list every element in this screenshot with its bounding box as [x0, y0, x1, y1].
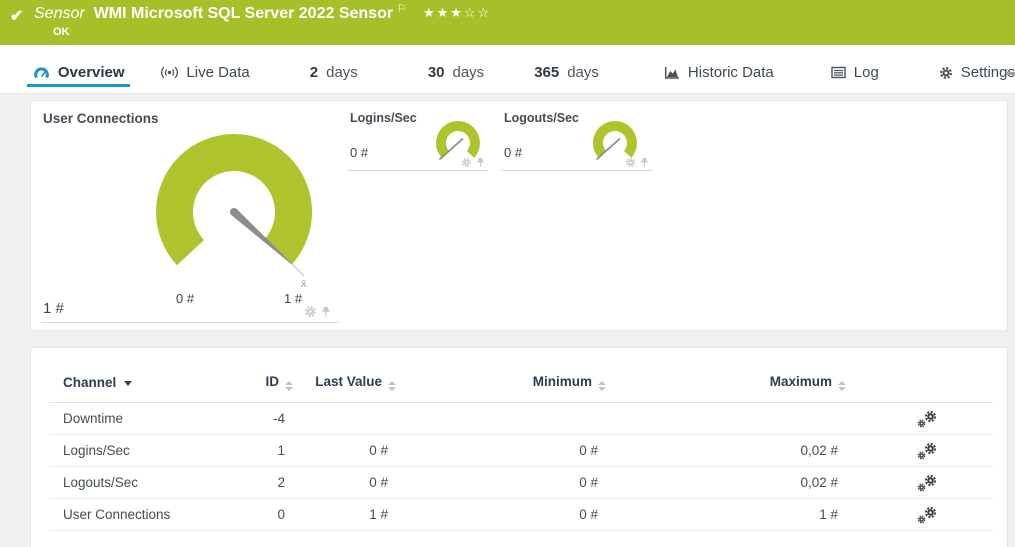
tab-live-data[interactable]: Live Data [161, 64, 249, 93]
sort-icon [285, 381, 293, 391]
gauge-settings-gear-icon[interactable] [461, 157, 472, 168]
gear-icon [939, 66, 953, 80]
gauge-pin-icon[interactable] [640, 157, 649, 168]
gauge-user-connections: User Connections x̄ 0 # 1 # 1 # [41, 109, 338, 323]
cut-off-tab-indicator [1007, 72, 1015, 75]
gauge-settings-gear-icon[interactable] [304, 305, 317, 318]
priority-stars[interactable]: ★★★☆☆ [423, 5, 491, 21]
channel-settings-gears-icon[interactable] [917, 442, 937, 460]
cell-maximum: 0,02 # [606, 467, 846, 499]
tab-30-days-unit: days [453, 64, 485, 81]
tab-365-days-unit: days [567, 64, 599, 81]
cell-maximum [606, 403, 846, 435]
table-row-user-connections: User Connections 0 1 # 0 # 1 # [49, 499, 993, 531]
cell-id: 2 [219, 467, 293, 499]
tab-365-days[interactable]: 365 days [534, 64, 599, 93]
column-header-id[interactable]: ID [219, 374, 293, 403]
stars-empty[interactable]: ☆☆ [464, 5, 491, 20]
cell-id: -4 [219, 403, 293, 435]
gauge-logouts-sec-value: 0 # [504, 145, 522, 160]
gauge-pin-icon[interactable] [476, 157, 485, 168]
gauge-user-connections-value: 1 # [43, 300, 64, 317]
cell-last-value [293, 403, 396, 435]
channel-settings-gears-icon[interactable] [917, 410, 937, 428]
cell-channel: Logouts/Sec [49, 467, 219, 499]
status-ok-check-icon: ✔ [10, 6, 23, 26]
tab-overview-label: Overview [58, 64, 125, 81]
channel-table: Channel ID Last Value Minimum Maximum Do… [49, 374, 993, 531]
tab-2-days-value: 2 [310, 64, 318, 81]
cell-last-value: 1 # [293, 499, 396, 531]
gauge-logouts-sec-title: Logouts/Sec [504, 111, 579, 125]
gauge-logins-sec-value: 0 # [350, 145, 368, 160]
tab-overview[interactable]: Overview [27, 64, 130, 93]
column-header-channel[interactable]: Channel [49, 374, 219, 403]
gauge-icon [33, 66, 50, 80]
gauge-tools [625, 157, 649, 168]
gauge-tools [461, 157, 485, 168]
tab-365-days-value: 365 [534, 64, 559, 81]
tab-30-days[interactable]: 30 days [428, 64, 484, 93]
cell-channel: User Connections [49, 499, 219, 531]
cell-id: 1 [219, 435, 293, 467]
gauge-logouts-sec: Logouts/Sec 0 # [502, 109, 652, 171]
gauge-scale-min-label: 0 # [176, 291, 194, 306]
gauge-scale-max-label: 1 # [284, 291, 302, 306]
cell-maximum: 0,02 # [606, 435, 846, 467]
gauge-needle-hub [230, 208, 238, 216]
table-row-logouts-sec: Logouts/Sec 2 0 # 0 # 0,02 # [49, 467, 993, 499]
column-header-minimum[interactable]: Minimum [396, 374, 606, 403]
sort-icon [838, 381, 846, 391]
column-header-settings [846, 374, 993, 403]
broadcast-icon [161, 66, 178, 79]
gauge-settings-gear-icon[interactable] [625, 157, 636, 168]
cell-id: 0 [219, 499, 293, 531]
user-connections-gauge[interactable]: x̄ [134, 117, 334, 289]
tab-bar: Overview Live Data 2 days 30 days 365 da… [0, 45, 1015, 94]
gauge-tools [304, 305, 331, 318]
tab-2-days[interactable]: 2 days [310, 64, 358, 93]
column-header-last-value[interactable]: Last Value [293, 374, 396, 403]
channel-settings-gears-icon[interactable] [917, 474, 937, 492]
gauge-logins-sec-title: Logins/Sec [350, 111, 417, 125]
gauge-pin-icon[interactable] [321, 306, 331, 318]
gauge-average-marker: x̄ [301, 278, 307, 289]
sort-desc-icon [124, 381, 132, 386]
tab-log[interactable]: Log [831, 64, 879, 93]
channel-settings-gears-icon[interactable] [917, 506, 937, 524]
area-chart-icon [664, 66, 680, 80]
column-header-maximum[interactable]: Maximum [606, 374, 846, 403]
cell-minimum [396, 403, 606, 435]
cell-last-value: 0 # [293, 435, 396, 467]
sort-icon [598, 381, 606, 391]
tab-historic-data-label: Historic Data [688, 64, 774, 81]
tab-2-days-unit: days [326, 64, 358, 81]
table-row-logins-sec: Logins/Sec 1 0 # 0 # 0,02 # [49, 435, 993, 467]
sort-icon [388, 381, 396, 391]
table-row-downtime: Downtime -4 [49, 403, 993, 435]
tab-30-days-value: 30 [428, 64, 445, 81]
cell-minimum: 0 # [396, 467, 606, 499]
sensor-header: ✔ Sensor WMI Microsoft SQL Server 2022 S… [0, 0, 1015, 45]
cell-minimum: 0 # [396, 435, 606, 467]
cell-maximum: 1 # [606, 499, 846, 531]
gauges-panel: User Connections x̄ 0 # 1 # 1 # Logins/S… [30, 100, 1008, 331]
sensor-status-text: OK [53, 26, 70, 38]
object-kind-label: Sensor [34, 5, 85, 23]
gauge-logins-sec: Logins/Sec 0 # [348, 109, 488, 171]
cell-minimum: 0 # [396, 499, 606, 531]
log-list-icon [831, 66, 846, 79]
tab-live-data-label: Live Data [186, 64, 249, 81]
table-header-row: Channel ID Last Value Minimum Maximum [49, 374, 993, 403]
stars-filled[interactable]: ★★★ [423, 5, 464, 20]
tab-log-label: Log [854, 64, 879, 81]
cell-channel: Downtime [49, 403, 219, 435]
tab-settings[interactable]: Settings [939, 64, 1015, 93]
cell-channel: Logins/Sec [49, 435, 219, 467]
tab-historic-data[interactable]: Historic Data [664, 64, 774, 93]
cell-last-value: 0 # [293, 467, 396, 499]
sensor-title: WMI Microsoft SQL Server 2022 Sensor [94, 5, 393, 23]
flag-icon[interactable]: ⚐ [397, 2, 407, 15]
channel-table-panel: Channel ID Last Value Minimum Maximum Do… [30, 347, 1008, 547]
